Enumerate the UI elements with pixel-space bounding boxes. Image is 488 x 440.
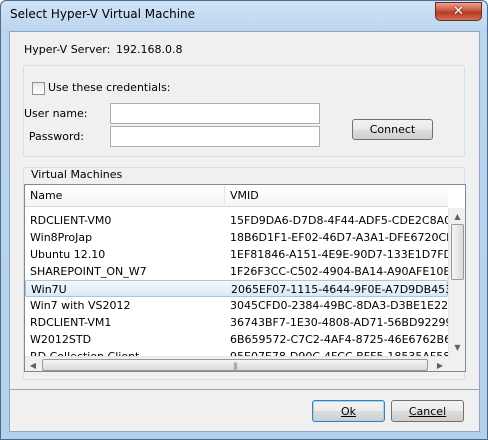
vm-row[interactable]: Ubuntu 12.10 1EF81846-A151-4E9E-90D7-133E… <box>25 246 448 263</box>
vm-name-cell: Win8ProJap <box>30 231 93 244</box>
cancel-button[interactable]: Cancel <box>391 400 464 422</box>
vm-id-cell: 36743BF7-1E30-4808-AD71-56BD922998A8 <box>230 316 448 329</box>
vm-row[interactable]: Win7U 2065EF07-1115-4644-9F0E-A7D9DB45348… <box>25 280 449 297</box>
password-label: Password: <box>28 130 84 143</box>
scrollbar-corner <box>448 356 465 371</box>
username-label: User name: <box>24 107 88 120</box>
vm-name-cell: W2012STD <box>30 333 92 346</box>
vm-row[interactable]: W2012STD 6B659572-C7C2-4AF4-8725-46E6762B… <box>25 331 448 348</box>
horizontal-scroll-thumb[interactable]: ||| <box>42 359 428 371</box>
list-header: Name VMID <box>25 185 448 207</box>
server-label: Hyper-V Server: <box>24 43 111 56</box>
scroll-down-icon[interactable]: ▼ <box>449 339 465 356</box>
vm-rows: RDCLIENT-VM0 15FD9DA6-D7D8-4F44-ADF5-CDE2… <box>25 212 449 365</box>
vm-name-cell: RDCLIENT-VM1 <box>30 316 112 329</box>
horizontal-scrollbar[interactable]: ◀ ||| ▶ <box>25 356 448 371</box>
vm-name-cell: RDCLIENT-VM0 <box>30 214 112 227</box>
vm-name-cell: Ubuntu 12.10 <box>30 248 106 261</box>
vertical-scroll-thumb[interactable] <box>451 224 464 280</box>
vm-row[interactable]: SHAREPOINT_ON_W7 1F26F3CC-C502-4904-BA14-… <box>25 263 448 280</box>
vm-id-cell: 1F26F3CC-C502-4904-BA14-A90AFE10ED13 <box>230 265 448 278</box>
connect-button[interactable]: Connect <box>352 119 433 140</box>
dialog-body: Hyper-V Server: 192.168.0.8 Use these cr… <box>9 31 480 390</box>
use-credentials-checkbox[interactable] <box>32 82 45 95</box>
vm-list[interactable]: Name VMID RDCLIENT-VM0 15FD9DA6-D7D8-4F44… <box>24 184 466 372</box>
credentials-group: Use these credentials: User name: Passwo… <box>23 65 465 157</box>
vm-id-cell: 15FD9DA6-D7D8-4F44-ADF5-CDE2C8A06A3D <box>230 214 448 227</box>
vm-id-cell: 6B659572-C7C2-4AF4-8725-46E6762B6F61 <box>230 333 448 346</box>
title-bar[interactable]: Select Hyper-V Virtual Machine ✕ <box>1 1 487 31</box>
column-separator[interactable] <box>224 185 225 207</box>
column-header-name[interactable]: Name <box>30 189 62 202</box>
vm-id-cell: 18B6D1F1-EF02-46D7-A3A1-DFE6720CB20E <box>230 231 448 244</box>
vm-name-cell: Win7 with VS2012 <box>30 299 131 312</box>
scroll-right-icon[interactable]: ▶ <box>432 357 448 371</box>
close-button[interactable]: ✕ <box>435 2 482 21</box>
column-header-vmid[interactable]: VMID <box>230 189 259 202</box>
vm-row[interactable]: RDCLIENT-VM1 36743BF7-1E30-4808-AD71-56BD… <box>25 314 448 331</box>
vm-name-cell: Win7U <box>31 283 67 296</box>
vm-id-cell: 2065EF07-1115-4644-9F0E-A7D9DB453481 <box>231 283 449 296</box>
vm-row[interactable]: Win7 with VS2012 3045CFD0-2384-49BC-8DA3-… <box>25 297 448 314</box>
dialog-window: Select Hyper-V Virtual Machine ✕ Hyper-V… <box>0 0 488 440</box>
window-title: Select Hyper-V Virtual Machine <box>10 7 196 21</box>
vm-name-cell: SHAREPOINT_ON_W7 <box>30 265 147 278</box>
ok-button[interactable]: Ok <box>312 400 385 422</box>
vm-id-cell: 1EF81846-A151-4E9E-90D7-133E1D7FD617 <box>230 248 448 261</box>
scroll-up-icon[interactable]: ▲ <box>449 208 465 225</box>
server-address: 192.168.0.8 <box>116 43 183 56</box>
close-icon: ✕ <box>453 4 464 19</box>
use-credentials-label[interactable]: Use these credentials: <box>48 81 171 94</box>
scroll-left-icon[interactable]: ◀ <box>25 357 41 371</box>
vertical-scrollbar[interactable]: ▲ ▼ <box>448 208 465 356</box>
vm-row[interactable]: Win8ProJap 18B6D1F1-EF02-46D7-A3A1-DFE672… <box>25 229 448 246</box>
vm-id-cell: 3045CFD0-2384-49BC-8DA3-D3BE1E221DE2 <box>230 299 448 312</box>
vm-row[interactable]: RDCLIENT-VM0 15FD9DA6-D7D8-4F44-ADF5-CDE2… <box>25 212 448 229</box>
username-input[interactable] <box>110 103 320 124</box>
virtual-machines-legend: Virtual Machines <box>29 168 125 181</box>
dialog-footer: Ok Cancel <box>9 390 480 432</box>
grip-icon: ||| <box>232 362 238 370</box>
ok-button-label: Ok <box>340 404 357 418</box>
password-input[interactable] <box>110 126 320 147</box>
connect-button-label: Connect <box>369 123 416 136</box>
cancel-button-label: Cancel <box>408 404 447 418</box>
